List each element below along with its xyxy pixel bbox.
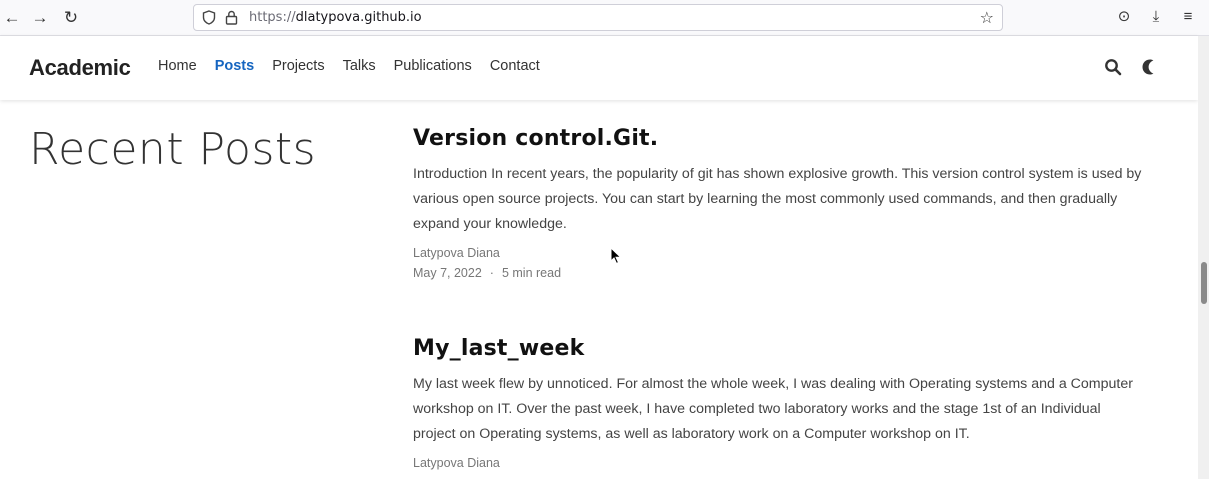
- url-host: dlatypova.github.io: [295, 10, 422, 25]
- post-read-time: 5 min read: [501, 266, 562, 280]
- bookmark-star-icon[interactable]: ☆: [980, 8, 994, 28]
- url-text[interactable]: https://dlatypova.github.io: [249, 10, 422, 25]
- search-icon[interactable]: [1104, 58, 1122, 76]
- post-author[interactable]: Latypova Diana: [413, 456, 1143, 470]
- site-brand[interactable]: Academic: [29, 55, 131, 81]
- address-bar[interactable]: https://dlatypova.github.io ☆: [193, 4, 1003, 31]
- post-item: Version control.Git. Introduction In rec…: [413, 126, 1143, 280]
- download-icon[interactable]: ⤓: [1145, 6, 1167, 28]
- post-meta: May 7, 2022 · 5 min read: [413, 266, 1143, 280]
- menu-item-posts[interactable]: Posts: [215, 58, 255, 74]
- pocket-icon[interactable]: ⊙: [1113, 6, 1135, 28]
- post-item: My_last_week My last week flew by unnoti…: [413, 336, 1143, 470]
- post-title-link[interactable]: Version control.Git.: [413, 126, 1143, 151]
- mouse-cursor-icon: [610, 247, 622, 265]
- post-author[interactable]: Latypova Diana: [413, 246, 1143, 260]
- post-date: May 7, 2022: [413, 266, 482, 280]
- url-protocol: https://: [249, 10, 296, 25]
- main-menu: Home Posts Projects Talks Publications C…: [158, 58, 558, 74]
- menu-item-projects[interactable]: Projects: [272, 58, 324, 74]
- app-menu-icon[interactable]: ≡: [1177, 6, 1199, 28]
- menu-item-home[interactable]: Home: [158, 58, 197, 74]
- post-summary: Introduction In recent years, the popula…: [413, 166, 1142, 232]
- page-title: Recent Posts: [29, 124, 317, 175]
- shield-icon[interactable]: [202, 10, 216, 25]
- browser-toolbar: ← → ↻ https://dlatypova.github.io ☆ ⊙ ⤓ …: [0, 0, 1209, 36]
- menu-item-contact[interactable]: Contact: [490, 58, 540, 74]
- lock-icon[interactable]: [225, 10, 238, 25]
- moon-icon[interactable]: [1140, 58, 1156, 76]
- reload-button[interactable]: ↻: [59, 6, 83, 30]
- post-summary: My last week flew by unnoticed. For almo…: [413, 376, 1133, 442]
- scrollbar-thumb[interactable]: [1201, 262, 1207, 304]
- page-scrollbar[interactable]: [1198, 36, 1209, 479]
- post-title-link[interactable]: My_last_week: [413, 336, 1143, 361]
- meta-separator: ·: [489, 266, 494, 280]
- menu-item-talks[interactable]: Talks: [343, 58, 376, 74]
- menu-item-publications[interactable]: Publications: [394, 58, 472, 74]
- site-navbar: Academic Home Posts Projects Talks Publi…: [0, 36, 1198, 100]
- forward-button[interactable]: →: [28, 6, 52, 30]
- back-button[interactable]: ←: [0, 6, 24, 30]
